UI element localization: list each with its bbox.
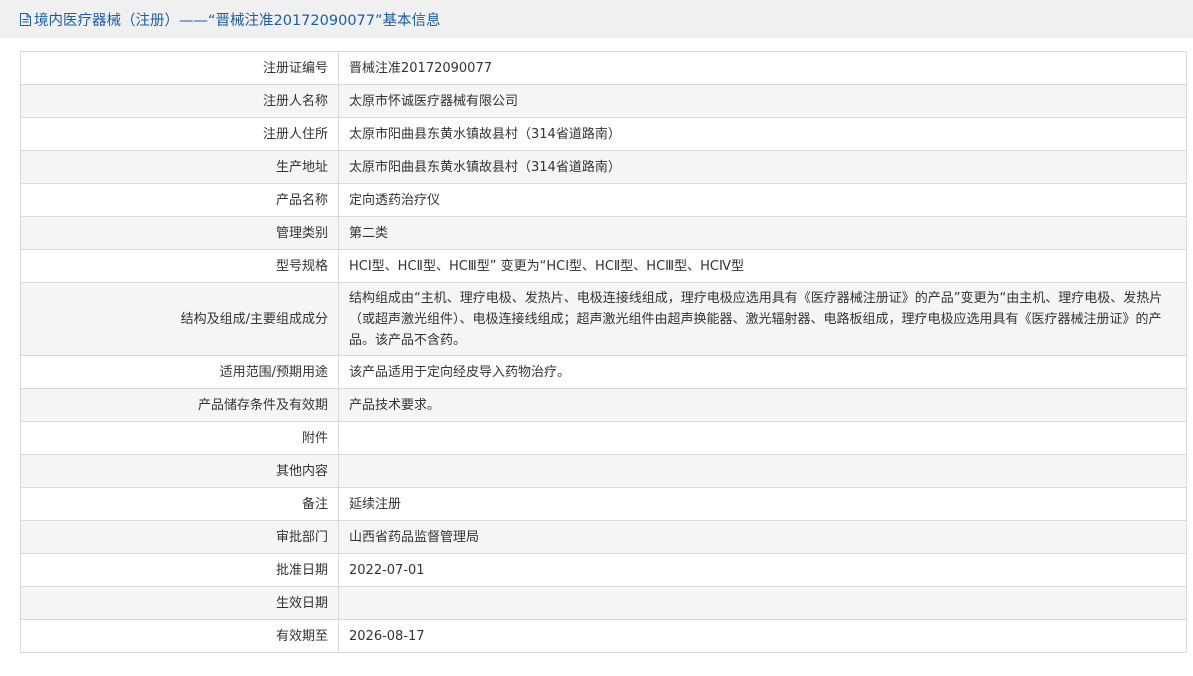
row-label: 产品储存条件及有效期 — [20, 388, 339, 422]
row-label: 审批部门 — [20, 520, 339, 554]
row-value: HCⅠ型、HCⅡ型、HCⅢ型” 变更为“HCⅠ型、HCⅡ型、HCⅢ型、HCⅣ型 — [338, 249, 1187, 283]
row-value: 定向透药治疗仪 — [338, 183, 1187, 217]
header-bar: 境内医疗器械（注册）——“晋械注准20172090077”基本信息 — [0, 0, 1193, 38]
row-label: 附件 — [20, 421, 339, 455]
document-icon — [20, 12, 31, 26]
table-row: 注册人住所 太原市阳曲县东黄水镇故县村（314省道路南） — [20, 117, 1187, 151]
row-value — [338, 586, 1187, 620]
row-label: 注册证编号 — [20, 51, 339, 85]
row-label: 备注 — [20, 487, 339, 521]
table-row: 适用范围/预期用途 该产品适用于定向经皮导入药物治疗。 — [20, 355, 1187, 389]
content-panel: 注册证编号 晋械注准20172090077 注册人名称 太原市怀诚医疗器械有限公… — [7, 38, 1193, 676]
row-value — [338, 454, 1187, 488]
row-value: 第二类 — [338, 216, 1187, 250]
table-row: 有效期至 2026-08-17 — [20, 619, 1187, 653]
row-value: 山西省药品监督管理局 — [338, 520, 1187, 554]
row-value: 该产品适用于定向经皮导入药物治疗。 — [338, 355, 1187, 389]
table-row: 注册证编号 晋械注准20172090077 — [20, 51, 1187, 85]
table-row: 其他内容 — [20, 454, 1187, 488]
row-value: 结构组成由“主机、理疗电极、发热片、电极连接线组成，理疗电极应选用具有《医疗器械… — [338, 282, 1187, 356]
table-row: 生效日期 — [20, 586, 1187, 620]
table-row: 结构及组成/主要组成成分 结构组成由“主机、理疗电极、发热片、电极连接线组成，理… — [20, 282, 1187, 356]
row-label: 其他内容 — [20, 454, 339, 488]
row-value: 2026-08-17 — [338, 619, 1187, 653]
row-label: 注册人住所 — [20, 117, 339, 151]
table-row: 批准日期 2022-07-01 — [20, 553, 1187, 587]
table-row: 型号规格 HCⅠ型、HCⅡ型、HCⅢ型” 变更为“HCⅠ型、HCⅡ型、HCⅢ型、… — [20, 249, 1187, 283]
table-row: 产品储存条件及有效期 产品技术要求。 — [20, 388, 1187, 422]
row-value: 延续注册 — [338, 487, 1187, 521]
row-label: 型号规格 — [20, 249, 339, 283]
table-row: 注册人名称 太原市怀诚医疗器械有限公司 — [20, 84, 1187, 118]
row-label: 生效日期 — [20, 586, 339, 620]
row-label: 管理类别 — [20, 216, 339, 250]
row-value — [338, 421, 1187, 455]
row-value: 太原市怀诚医疗器械有限公司 — [338, 84, 1187, 118]
row-label: 结构及组成/主要组成成分 — [20, 282, 339, 356]
row-value: 太原市阳曲县东黄水镇故县村（314省道路南） — [338, 150, 1187, 184]
table-row: 审批部门 山西省药品监督管理局 — [20, 520, 1187, 554]
row-value: 2022-07-01 — [338, 553, 1187, 587]
table-row: 生产地址 太原市阳曲县东黄水镇故县村（314省道路南） — [20, 150, 1187, 184]
row-label: 注册人名称 — [20, 84, 339, 118]
row-value: 产品技术要求。 — [338, 388, 1187, 422]
table-row: 附件 — [20, 421, 1187, 455]
row-value: 晋械注准20172090077 — [338, 51, 1187, 85]
row-label: 有效期至 — [20, 619, 339, 653]
table-row: 产品名称 定向透药治疗仪 — [20, 183, 1187, 217]
row-value: 太原市阳曲县东黄水镇故县村（314省道路南） — [338, 117, 1187, 151]
info-table: 注册证编号 晋械注准20172090077 注册人名称 太原市怀诚医疗器械有限公… — [20, 51, 1187, 653]
row-label: 批准日期 — [20, 553, 339, 587]
page-title: 境内医疗器械（注册）——“晋械注准20172090077”基本信息 — [34, 12, 441, 29]
table-row: 管理类别 第二类 — [20, 216, 1187, 250]
row-label: 产品名称 — [20, 183, 339, 217]
row-label: 适用范围/预期用途 — [20, 355, 339, 389]
table-row: 备注 延续注册 — [20, 487, 1187, 521]
row-label: 生产地址 — [20, 150, 339, 184]
page: 境内医疗器械（注册）——“晋械注准20172090077”基本信息 注册证编号 … — [0, 0, 1193, 676]
